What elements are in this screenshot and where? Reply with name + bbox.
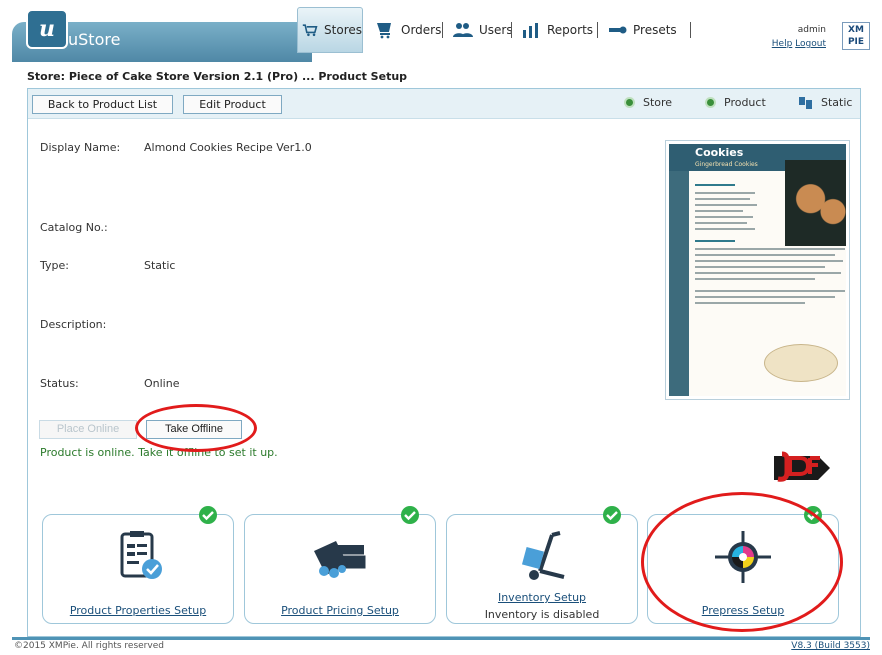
thumbnail-text-line — [695, 240, 735, 242]
jdf-works-logo — [774, 451, 830, 482]
user-area: admin Help Logout — [772, 23, 826, 51]
thumbnail-text-line — [695, 228, 755, 230]
thumbnail-text-line — [695, 222, 747, 224]
thumbnail-text-line — [695, 204, 757, 206]
product-pricing-tile[interactable]: Product Pricing Setup — [244, 506, 436, 624]
version-link[interactable]: V8.3 (Build 3553) — [791, 641, 870, 651]
thumbnail-side-band — [669, 144, 689, 396]
inventory-tile[interactable]: Inventory Setup Inventory is disabled — [446, 506, 638, 624]
copyright: ©2015 XMPie. All rights reserved — [14, 641, 164, 651]
nav-separator — [442, 22, 443, 38]
inventory-setup-link[interactable]: Inventory Setup — [447, 591, 637, 604]
product-properties-tile[interactable]: Product Properties Setup — [42, 506, 234, 624]
type-value: Static — [144, 259, 176, 272]
view-product-link[interactable]: Product — [705, 96, 766, 109]
nav-users-label: Users — [479, 23, 513, 37]
reports-icon — [523, 23, 538, 38]
product-pricing-setup-link[interactable]: Product Pricing Setup — [245, 604, 435, 617]
nav-separator — [511, 22, 512, 38]
thumbnail-text-line — [695, 192, 755, 194]
main-nav: Stores Orders Users Reports Presets — [295, 7, 700, 53]
thumbnail-text-line — [695, 260, 843, 262]
wrench-icon — [609, 26, 627, 34]
cart-icon — [302, 24, 318, 37]
annotation-circle — [641, 492, 843, 632]
view-store-label: Store — [643, 96, 673, 109]
xmpie-logo: XM PIE — [842, 22, 870, 50]
display-name-label: Display Name: — [40, 141, 121, 154]
users-icon — [453, 23, 473, 37]
help-link[interactable]: Help — [772, 39, 793, 49]
back-to-product-list-button[interactable]: Back to Product List — [32, 95, 173, 114]
nav-separator — [690, 22, 691, 38]
description-label: Description: — [40, 318, 107, 331]
thumbnail-text-line — [695, 272, 841, 274]
price-tag-icon — [314, 541, 367, 578]
thumbnail-text-line — [695, 184, 735, 186]
static-product-icon — [799, 96, 812, 109]
check-icon — [603, 506, 621, 524]
username: admin — [797, 25, 826, 35]
breadcrumb: Store: Piece of Cake Store Version 2.1 (… — [27, 70, 408, 83]
nav-orders[interactable]: Orders — [375, 7, 441, 53]
nav-presets-label: Presets — [633, 23, 677, 37]
green-dot-icon — [705, 97, 716, 108]
status-label: Status: — [40, 377, 79, 390]
status-value: Online — [144, 377, 180, 390]
thumbnail-text-line — [695, 198, 750, 200]
toolbar: Back to Product List Edit Product Store … — [28, 89, 860, 119]
type-label: Type: — [40, 259, 69, 272]
check-icon — [199, 506, 217, 524]
catalog-no-label: Catalog No.: — [40, 221, 108, 234]
thumbnail-text-line — [695, 296, 835, 298]
app-name: uStore — [68, 30, 121, 49]
nav-users[interactable]: Users — [453, 7, 513, 53]
footer-bar — [12, 637, 870, 640]
display-name-value: Almond Cookies Recipe Ver1.0 — [144, 141, 312, 154]
cookie-photo — [785, 160, 846, 246]
thumbnail-text-line — [695, 278, 815, 280]
thumbnail-text-line — [695, 302, 805, 304]
status-message: Product is online. Take it offline to se… — [40, 446, 278, 459]
orders-icon — [377, 23, 391, 39]
place-online-button[interactable]: Place Online — [39, 420, 137, 439]
logout-link[interactable]: Logout — [795, 39, 826, 49]
thumbnail-title: Cookies — [695, 146, 744, 159]
edit-product-button[interactable]: Edit Product — [183, 95, 282, 114]
hand-truck-icon — [521, 531, 565, 580]
product-properties-setup-link[interactable]: Product Properties Setup — [43, 604, 233, 617]
app-header: u uStore Stores Orders Users Reports Pre… — [12, 0, 870, 62]
nav-stores-label: Stores — [324, 23, 362, 37]
product-thumbnail[interactable]: Cookies Gingerbread Cookies — [665, 140, 850, 400]
nav-reports[interactable]: Reports — [521, 7, 593, 53]
check-icon — [401, 506, 419, 524]
nav-stores[interactable]: Stores — [297, 7, 363, 53]
thumbnail-subtitle: Gingerbread Cookies — [695, 161, 758, 168]
view-static-label: Static — [821, 96, 853, 109]
thumbnail-text-line — [695, 210, 743, 212]
thumbnail-text-line — [695, 290, 845, 292]
annotation-circle — [135, 404, 257, 452]
view-store-link[interactable]: Store — [624, 96, 672, 109]
thumbnail-text-line — [695, 254, 835, 256]
nav-orders-label: Orders — [401, 23, 442, 37]
view-product-label: Product — [724, 96, 766, 109]
green-dot-icon — [624, 97, 635, 108]
inventory-disabled-note: Inventory is disabled — [484, 608, 600, 621]
thumbnail-tip-badge — [764, 344, 838, 382]
thumbnail-text-line — [695, 248, 845, 250]
nav-reports-label: Reports — [547, 23, 594, 37]
nav-presets[interactable]: Presets — [607, 7, 677, 53]
thumbnail-text-line — [695, 266, 825, 268]
view-static-link[interactable]: Static — [799, 96, 852, 109]
thumbnail-document: Cookies Gingerbread Cookies — [669, 144, 846, 396]
ustore-logo[interactable]: u — [26, 9, 68, 49]
nav-separator — [597, 22, 598, 38]
thumbnail-text-line — [695, 216, 753, 218]
clipboard-check-icon — [120, 531, 162, 579]
